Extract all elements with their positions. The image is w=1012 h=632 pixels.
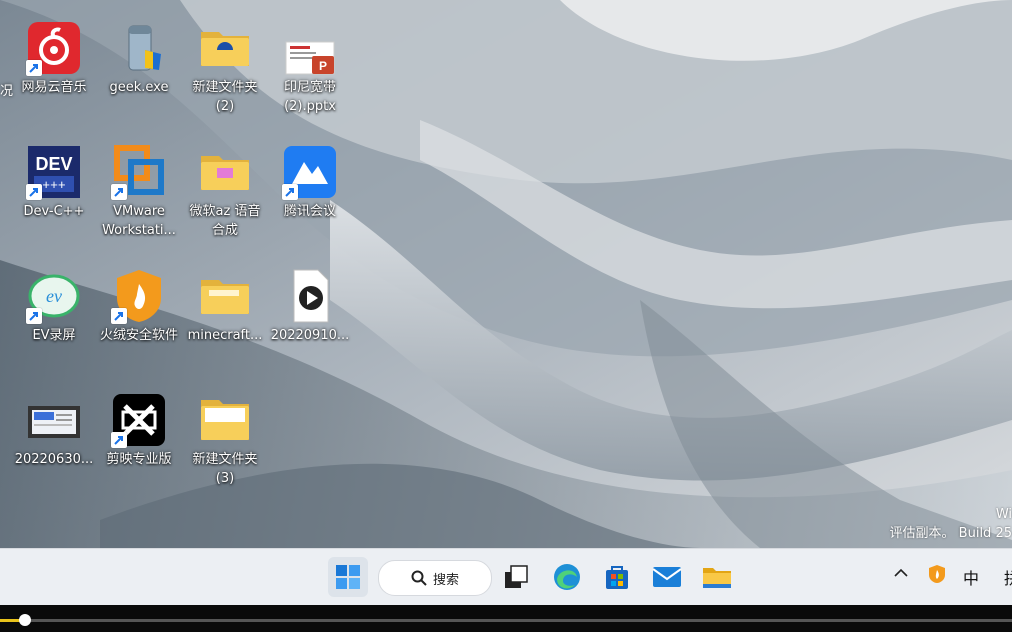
- shortcut-arrow-icon: [26, 184, 42, 200]
- desktop-icon-devcpp[interactable]: DEV +++ Dev-C++: [11, 144, 97, 221]
- evaluation-watermark: Wi 评估副本。 Build 25: [890, 505, 1012, 543]
- desktop-icon-capcut[interactable]: 剪映专业版: [96, 392, 182, 469]
- progress-track[interactable]: [0, 619, 1012, 622]
- shortcut-arrow-icon: [26, 308, 42, 324]
- svg-text:ev: ev: [46, 286, 62, 306]
- desktop-icon-label: 火绒安全软件: [99, 328, 178, 343]
- desktop-icon-label: 20220910...: [270, 328, 350, 343]
- edge-icon: [554, 564, 580, 590]
- video-thumbnail-icon: [26, 392, 82, 448]
- desktop-icon-label: 新建文件夹 (3): [192, 452, 258, 486]
- desktop-icon-label: 网易云音乐: [21, 80, 87, 95]
- devcpp-icon: DEV +++: [26, 144, 82, 200]
- desktop-icon-label: 腾讯会议: [283, 204, 336, 219]
- vmware-icon: [111, 144, 167, 200]
- desktop-icon-huorong[interactable]: 火绒安全软件: [96, 268, 182, 345]
- svg-text:+++: +++: [42, 178, 66, 193]
- desktop-icon-label: geek.exe: [109, 80, 169, 95]
- netease-music-icon: [26, 20, 82, 76]
- shortcut-arrow-icon: [111, 432, 127, 448]
- desktop-icon-label: EV录屏: [32, 328, 76, 343]
- watermark-line-1: Wi: [995, 507, 1012, 522]
- desktop-icon-label: minecraft...: [187, 328, 263, 343]
- folder-icon: [197, 144, 253, 200]
- store-icon: [606, 566, 628, 589]
- file-explorer-icon: [703, 568, 731, 588]
- start-icon: [336, 565, 360, 589]
- edge-button[interactable]: [547, 557, 587, 597]
- start-button[interactable]: [328, 557, 368, 597]
- search-icon: [411, 570, 427, 586]
- folder-icon: [197, 392, 253, 448]
- desktop-icon-label: Dev-C++: [23, 204, 85, 219]
- svg-text:DEV: DEV: [35, 154, 72, 174]
- file-explorer-button[interactable]: [697, 557, 737, 597]
- mail-button[interactable]: [647, 557, 687, 597]
- desktop-icon-label: 印尼宽带 (2).pptx: [283, 80, 336, 114]
- video-file-icon: [282, 268, 338, 324]
- huorong-tray-icon: [929, 565, 945, 583]
- pptx-file-icon: P: [282, 20, 338, 76]
- huorong-icon: [111, 268, 167, 324]
- desktop-icon-ev-recorder[interactable]: ev EV录屏: [11, 268, 97, 345]
- mail-icon: [652, 567, 682, 587]
- folder-icon: [197, 268, 253, 324]
- video-player-controls: [0, 605, 1012, 632]
- desktop-icon-vmware[interactable]: VMware Workstati...: [96, 144, 182, 240]
- desktop-icon-geek[interactable]: geek.exe: [96, 20, 182, 97]
- watermark-line-2: 评估副本。 Build 25: [889, 526, 1012, 541]
- ime-indicator[interactable]: 中: [963, 565, 979, 589]
- desktop-icon-label: 微软az 语音 合成: [189, 204, 261, 238]
- folder-icon: [197, 20, 253, 76]
- desktop-icon-label: VMware Workstati...: [102, 204, 176, 238]
- ev-recorder-icon: ev: [26, 268, 82, 324]
- desktop-icon-netease-music[interactable]: 网易云音乐: [11, 20, 97, 97]
- chevron-up-icon: [894, 568, 908, 577]
- task-view-button[interactable]: [496, 557, 536, 597]
- shortcut-arrow-icon: [111, 184, 127, 200]
- shortcut-arrow-icon: [26, 60, 42, 76]
- tray-huorong-button[interactable]: [928, 564, 946, 588]
- shortcut-arrow-icon: [111, 308, 127, 324]
- search-label: 搜索: [432, 572, 459, 588]
- ime-mode-indicator[interactable]: 拼: [1004, 565, 1012, 589]
- desktop-icon-minecraft-folder[interactable]: minecraft...: [182, 268, 268, 345]
- store-button[interactable]: [597, 557, 637, 597]
- desktop-icon-azure-tts-folder[interactable]: 微软az 语音 合成: [182, 144, 268, 240]
- task-view-icon: [505, 565, 528, 588]
- progress-knob[interactable]: [19, 614, 32, 626]
- taskbar-search-box[interactable]: 搜索: [378, 560, 492, 596]
- taskbar: 搜索 中 拼: [0, 548, 1012, 605]
- desktop-icon-label: 20220630...: [14, 452, 94, 467]
- desktop-icon-label: 新建文件夹 (2): [192, 80, 258, 114]
- svg-text:P: P: [319, 59, 327, 73]
- desktop-icon-tencent-meeting[interactable]: 腾讯会议: [267, 144, 353, 221]
- desktop-icon-video-20220910[interactable]: 20220910...: [267, 268, 353, 345]
- tencent-meeting-icon: [282, 144, 338, 200]
- shortcut-arrow-icon: [282, 184, 298, 200]
- desktop-icon-video-20220630[interactable]: 20220630...: [11, 392, 97, 469]
- desktop-icon-label: 剪映专业版: [106, 452, 172, 467]
- desktop-icon-pptx[interactable]: P 印尼宽带 (2).pptx: [267, 20, 353, 116]
- geek-icon: [111, 20, 167, 76]
- desktop-icon-new-folder-3[interactable]: 新建文件夹 (3): [182, 392, 268, 488]
- capcut-icon: [111, 392, 167, 448]
- tray-overflow-button[interactable]: [893, 565, 909, 585]
- desktop-icon-new-folder-2[interactable]: 新建文件夹 (2): [182, 20, 268, 116]
